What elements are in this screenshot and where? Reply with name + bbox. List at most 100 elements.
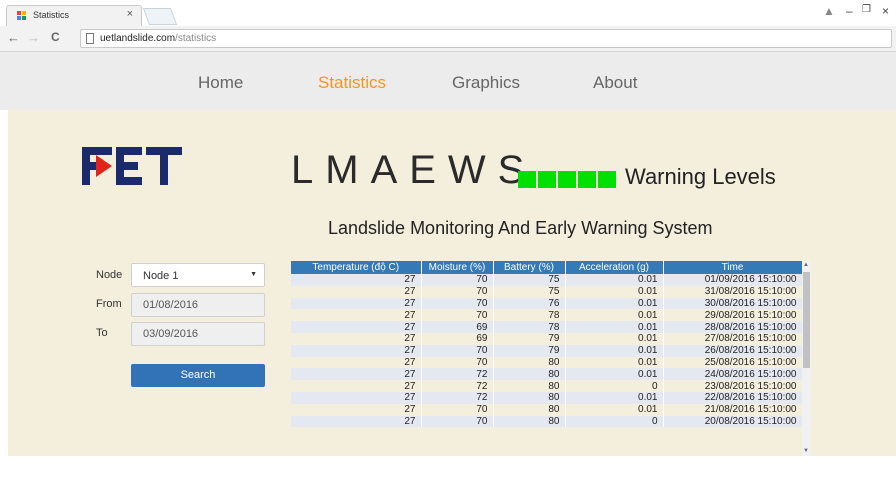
reload-icon[interactable]: C [51,30,60,44]
table-cell: 27 [291,380,422,392]
from-date-input[interactable]: 01/08/2016 [131,293,265,317]
table-cell: 75 [493,274,566,286]
table-cell: 75 [493,285,566,298]
table-cell: 01/09/2016 15:10:00 [663,274,802,286]
url-path: /statistics [175,33,217,44]
table-cell: 70 [421,356,494,369]
app-title: LMAEWS [291,148,537,192]
column-header[interactable]: Time [663,261,802,274]
back-icon[interactable]: ← [7,30,20,45]
table-cell: 24/08/2016 15:10:00 [663,368,802,381]
scroll-down-icon[interactable]: ▼ [803,448,809,454]
chevron-down-icon: ▼ [250,271,257,278]
warning-level-box [518,171,536,188]
table-row: 27 69 79 0.01 27/08/2016 15:10:00 [291,332,802,345]
table-cell: 22/08/2016 15:10:00 [663,391,802,404]
to-date-input[interactable]: 03/09/2016 [131,322,265,346]
table-cell: 29/08/2016 15:10:00 [663,309,802,322]
table-cell: 0.01 [565,403,664,416]
data-table-container: Temperature (độ C) Moisture (%) Battery … [291,261,802,457]
close-window-icon[interactable]: × [882,4,889,18]
table-cell: 0.01 [565,285,664,298]
table-cell: 78 [493,309,566,322]
table-cell: 23/08/2016 15:10:00 [663,380,802,392]
table-cell: 70 [421,309,494,322]
table-cell: 27/08/2016 15:10:00 [663,332,802,345]
table-cell: 26/08/2016 15:10:00 [663,344,802,357]
table-row: 27 70 80 0.01 25/08/2016 15:10:00 [291,356,802,369]
table-cell: 0 [565,380,664,392]
tab-close-icon[interactable]: × [127,8,133,20]
warning-level-box [598,171,616,188]
nav-home[interactable]: Home [198,73,243,93]
restore-icon[interactable]: ❐ [862,4,871,15]
scroll-thumb[interactable] [803,272,810,368]
table-cell: 0.01 [565,297,664,310]
node-select-value: Node 1 [143,270,179,282]
table-cell: 20/08/2016 15:10:00 [663,415,802,428]
table-row: 27 72 80 0.01 24/08/2016 15:10:00 [291,368,802,381]
table-cell: 0.01 [565,309,664,322]
profile-icon[interactable]: ▲ [823,4,835,18]
minimize-icon[interactable]: – [846,4,853,18]
table-cell: 27 [291,415,422,428]
tab-title: Statistics [33,10,70,20]
table-cell: 25/08/2016 15:10:00 [663,356,802,369]
column-header[interactable]: Moisture (%) [421,261,494,274]
table-cell: 70 [421,403,494,416]
table-row: 27 70 80 0 20/08/2016 15:10:00 [291,415,802,428]
browser-tab-strip: Statistics × ▲ – ❐ × [0,0,896,26]
table-cell: 27 [291,332,422,345]
node-select[interactable]: Node 1 ▼ [131,263,265,287]
table-cell: 76 [493,297,566,310]
fet-logo [82,147,182,185]
table-cell: 27 [291,297,422,310]
table-cell: 0.01 [565,356,664,369]
browser-tab[interactable]: Statistics × [6,5,142,26]
forward-icon[interactable]: → [27,30,40,45]
node-label: Node [96,269,123,281]
page-subtitle: Landslide Monitoring And Early Warning S… [328,218,713,238]
table-cell: 69 [421,332,494,345]
table-cell: 0.01 [565,332,664,345]
column-header[interactable]: Acceleration (g) [565,261,664,274]
table-cell: 72 [421,380,494,392]
address-bar-row: ← → C uetlandslide.com/statistics [0,26,896,52]
table-cell: 78 [493,321,566,333]
table-row: 27 70 76 0.01 30/08/2016 15:10:00 [291,297,802,310]
column-header[interactable]: Temperature (độ C) [291,261,422,274]
page-footer-space [0,456,896,484]
table-cell: 70 [421,344,494,357]
table-cell: 70 [421,274,494,286]
table-cell: 70 [421,285,494,298]
nav-statistics[interactable]: Statistics [318,73,386,93]
table-cell: 27 [291,344,422,357]
scroll-up-icon[interactable]: ▲ [803,262,809,268]
data-table: Temperature (độ C) Moisture (%) Battery … [291,261,802,428]
warning-level-box [538,171,556,188]
table-header-row: Temperature (độ C) Moisture (%) Battery … [291,261,802,274]
table-row: 27 70 75 0.01 01/09/2016 15:10:00 [291,274,802,286]
table-row: 27 72 80 0 23/08/2016 15:10:00 [291,380,802,392]
table-cell: 27 [291,368,422,381]
table-cell: 30/08/2016 15:10:00 [663,297,802,310]
table-cell: 72 [421,368,494,381]
table-row: 27 72 80 0.01 22/08/2016 15:10:00 [291,391,802,404]
table-scrollbar[interactable]: ▲ ▼ [802,261,811,457]
table-cell: 27 [291,321,422,333]
search-button[interactable]: Search [131,364,265,387]
to-label: To [96,327,108,339]
nav-about[interactable]: About [593,73,637,93]
table-cell: 21/08/2016 15:10:00 [663,403,802,416]
table-row: 27 70 80 0.01 21/08/2016 15:10:00 [291,403,802,416]
url-host: uetlandslide.com [100,33,176,44]
table-cell: 80 [493,368,566,381]
table-cell: 79 [493,332,566,345]
table-row: 27 69 78 0.01 28/08/2016 15:10:00 [291,321,802,333]
table-cell: 79 [493,344,566,357]
url-bar[interactable]: uetlandslide.com/statistics [80,29,892,48]
new-tab-button[interactable] [142,8,178,25]
column-header[interactable]: Battery (%) [493,261,566,274]
nav-graphics[interactable]: Graphics [452,73,520,93]
table-cell: 28/08/2016 15:10:00 [663,321,802,333]
